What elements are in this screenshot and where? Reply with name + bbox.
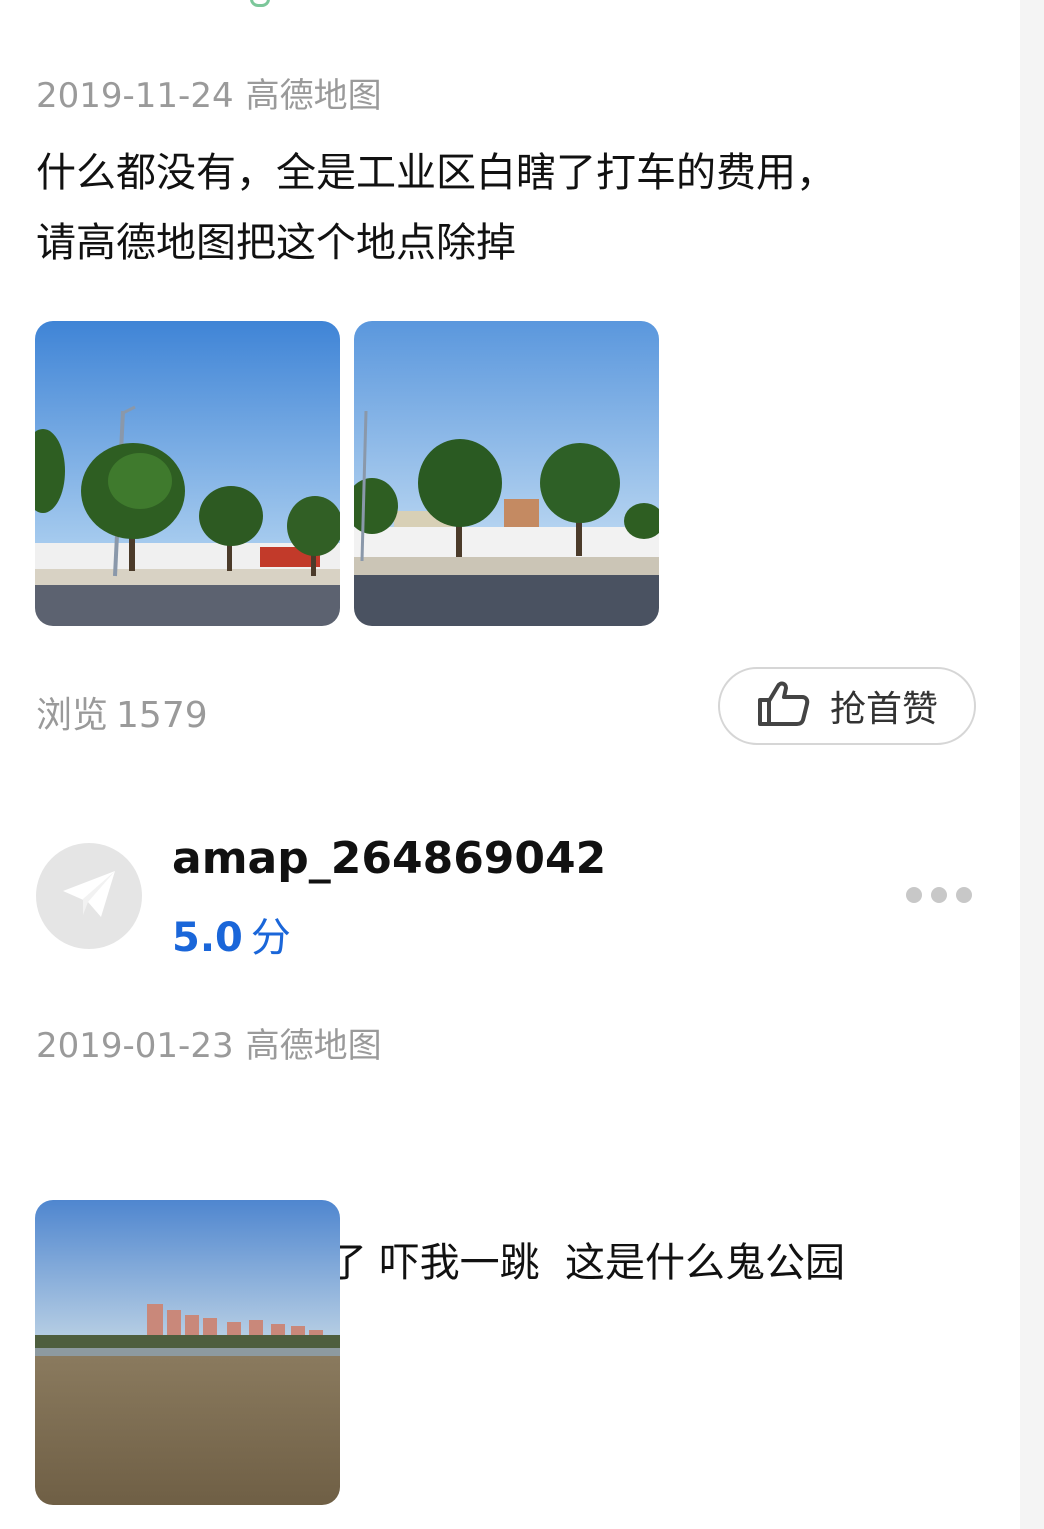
partial-icon-top: [250, 0, 270, 7]
review-source: 高德地图: [245, 1026, 382, 1066]
rating: 5.0 分: [172, 905, 291, 963]
scrollbar-track[interactable]: [1020, 0, 1044, 1529]
review-date: 2019-01-23: [36, 1026, 234, 1066]
review-meta: 2019-11-24 高德地图: [36, 68, 382, 117]
review-text-line: 什么都没有，全是工业区白瞎了打车的费用，: [36, 150, 836, 196]
username[interactable]: amap_264869042: [172, 833, 606, 884]
paper-plane-icon: [61, 869, 117, 923]
more-dots-icon[interactable]: [906, 880, 972, 910]
rating-unit: 分: [250, 915, 291, 961]
like-button[interactable]: 抢首赞: [718, 667, 976, 745]
thumbs-up-icon: [756, 680, 810, 732]
review-photo[interactable]: [354, 321, 659, 626]
review-source: 高德地图: [245, 76, 382, 116]
street-wall-photo: [354, 321, 659, 626]
review-meta: 2019-01-23 高德地图: [36, 1018, 382, 1067]
views-counter: 浏览 1579: [36, 686, 208, 738]
review-text: 什么都没有，全是工业区白瞎了打车的费用， 请高德地图把这个地点除掉: [36, 138, 836, 278]
review-photo[interactable]: [35, 321, 340, 626]
review-text-line: 请高德地图把这个地点除掉: [36, 220, 516, 266]
river-buildings-photo: [35, 1200, 340, 1505]
avatar[interactable]: [36, 843, 142, 949]
like-button-label: 抢首赞: [829, 689, 938, 730]
rating-value: 5.0: [172, 915, 243, 961]
review-date: 2019-11-24: [36, 76, 234, 116]
views-label: 浏览: [36, 695, 109, 736]
street-trees-photo: [35, 321, 340, 626]
views-count: 1579: [116, 695, 208, 736]
review-photo[interactable]: [35, 1200, 340, 1505]
